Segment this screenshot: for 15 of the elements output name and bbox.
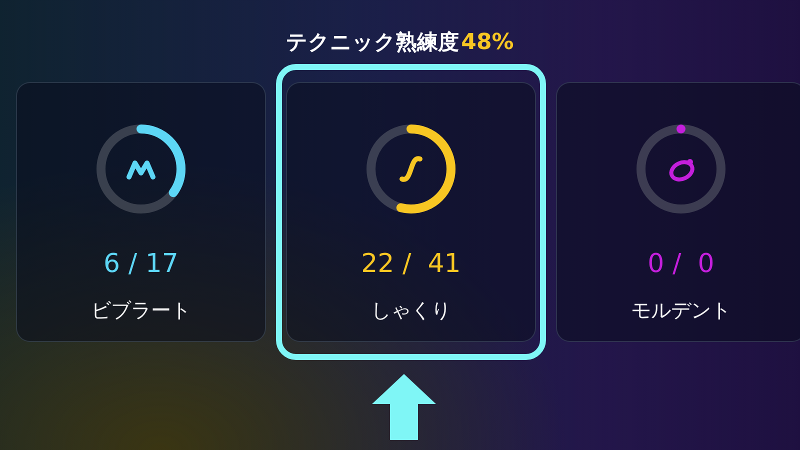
loop-icon (669, 159, 694, 182)
technique-card[interactable]: 0 / 0 モルデント (556, 82, 800, 342)
technique-card[interactable]: 6 / 17 ビブラート (16, 82, 266, 342)
s-curve-icon (400, 156, 422, 182)
technique-name: モルデント (631, 297, 731, 324)
technique-count: 22 / 41 (361, 249, 461, 279)
m-wave-icon (126, 160, 156, 180)
up-arrow-icon (372, 374, 436, 440)
technique-name: しゃくり (371, 297, 451, 324)
technique-count: 6 / 17 (104, 249, 178, 279)
proficiency-value: 48% (461, 30, 514, 55)
technique-count: 0 / 0 (648, 249, 714, 279)
technique-name: ビブラート (91, 297, 191, 324)
technique-card[interactable]: 22 / 41 しゃくり (286, 82, 536, 342)
proficiency-label: テクニック熟練度 (286, 29, 460, 56)
